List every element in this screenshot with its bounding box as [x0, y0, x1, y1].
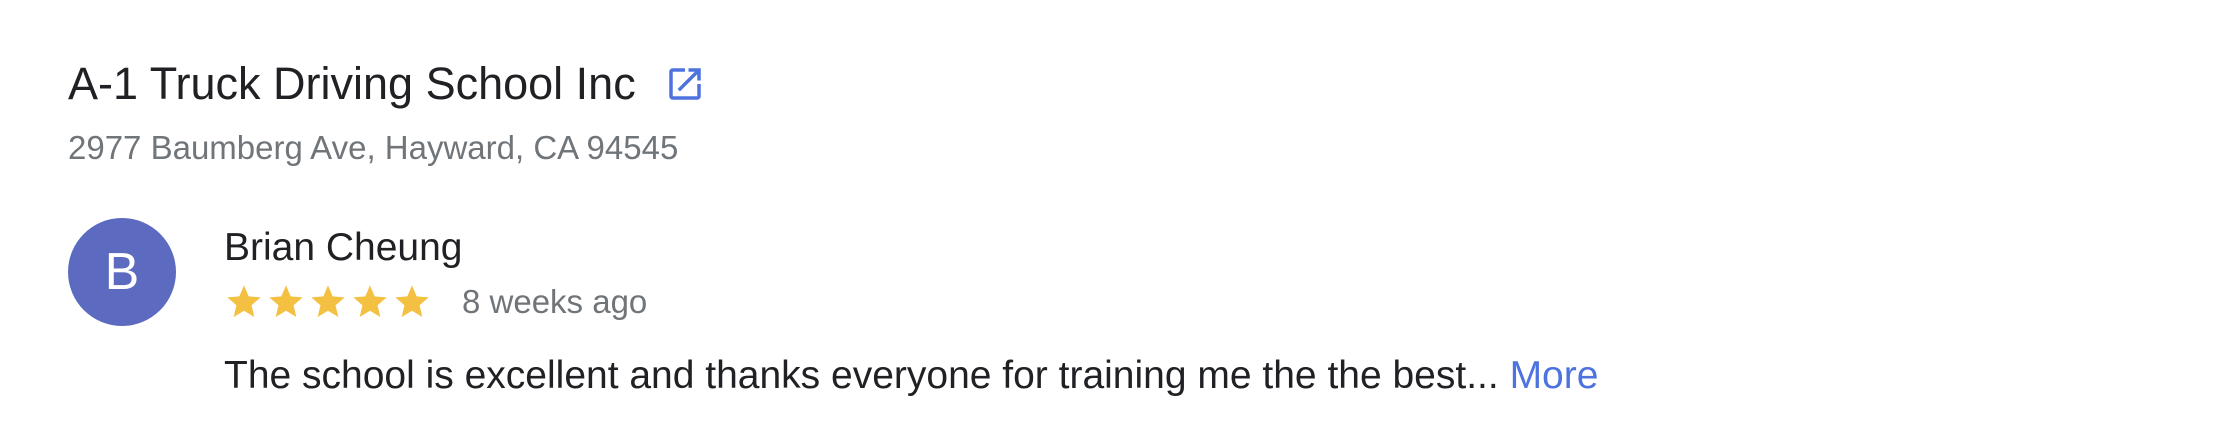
star-icon: [269, 285, 303, 317]
avatar-initial: B: [104, 243, 140, 301]
rating-row: 8 weeks ago: [224, 282, 647, 322]
star-rating: [224, 282, 434, 322]
review-body: The school is excellent and thanks every…: [224, 354, 1499, 397]
star-icon: [311, 285, 345, 317]
review-age: 8 weeks ago: [462, 283, 648, 320]
review-card: A-1 Truck Driving School Inc 2977 Baumbe…: [0, 0, 2237, 429]
star-icon: [395, 285, 429, 317]
business-address: 2977 Baumberg Ave, Hayward, CA 94545: [68, 129, 679, 166]
review-text: The school is excellent and thanks every…: [224, 352, 1598, 400]
star-icon: [353, 285, 387, 317]
reviewer-name[interactable]: Brian Cheung: [224, 224, 463, 272]
business-name: A-1 Truck Driving School Inc: [68, 58, 636, 109]
star-icon: [227, 285, 261, 317]
more-link[interactable]: More: [1510, 354, 1599, 397]
external-link-icon[interactable]: [664, 63, 706, 105]
business-header: A-1 Truck Driving School Inc: [68, 56, 706, 112]
avatar[interactable]: B: [68, 218, 176, 326]
